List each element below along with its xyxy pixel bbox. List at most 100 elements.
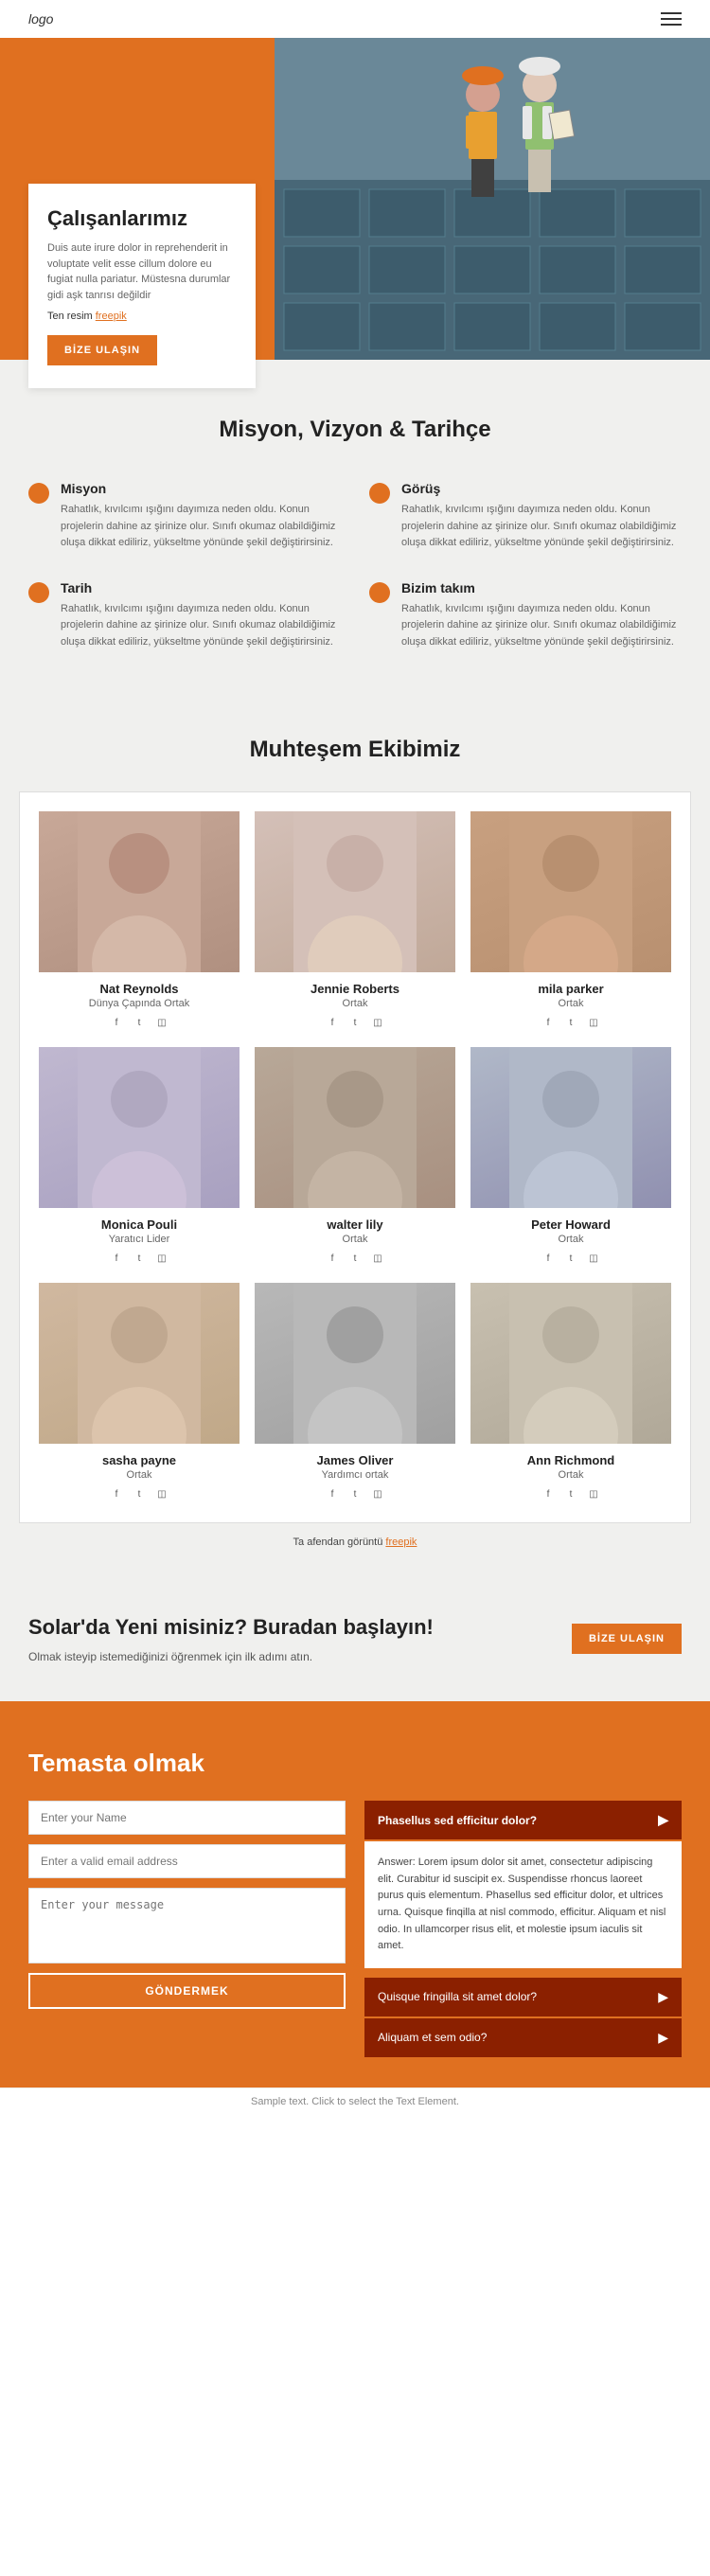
- facebook-icon-7[interactable]: f: [108, 1486, 125, 1503]
- cta-description: Olmak isteyip istemediğinizi öğrenmek iç…: [28, 1650, 369, 1663]
- instagram-icon-2[interactable]: ◫: [369, 1015, 386, 1032]
- facebook-icon-5[interactable]: f: [324, 1251, 341, 1268]
- team-social-1: f t ◫: [39, 1015, 240, 1032]
- cta-button[interactable]: BİZE ULAŞIN: [572, 1624, 682, 1654]
- mission-item-3: Tarih Rahatlık, kıvılcımı ışığını dayımı…: [28, 580, 341, 651]
- mission-item-title-1: Misyon: [61, 481, 341, 496]
- mission-dot-3: [28, 582, 49, 603]
- instagram-icon-1[interactable]: ◫: [153, 1015, 170, 1032]
- team-member-name-1: Nat Reynolds: [39, 982, 240, 996]
- facebook-icon-3[interactable]: f: [540, 1015, 557, 1032]
- facebook-icon-6[interactable]: f: [540, 1251, 557, 1268]
- faq-chevron-icon: ▶: [658, 1812, 668, 1828]
- facebook-icon-4[interactable]: f: [108, 1251, 125, 1268]
- mission-item-title-3: Tarih: [61, 580, 341, 595]
- instagram-icon-4[interactable]: ◫: [153, 1251, 170, 1268]
- facebook-icon-2[interactable]: f: [324, 1015, 341, 1032]
- team-social-4: f t ◫: [39, 1251, 240, 1268]
- contact-email-input[interactable]: [28, 1844, 346, 1878]
- team-member-name-9: Ann Richmond: [470, 1453, 671, 1467]
- team-social-3: f t ◫: [470, 1015, 671, 1032]
- twitter-icon-7[interactable]: t: [131, 1486, 148, 1503]
- mission-dot-2: [369, 483, 390, 504]
- contact-message-input[interactable]: [28, 1888, 346, 1963]
- team-member-name-8: James Oliver: [255, 1453, 455, 1467]
- team-member-name-4: Monica Pouli: [39, 1217, 240, 1232]
- hero-freepik-link[interactable]: freepik: [96, 311, 127, 322]
- twitter-icon-6[interactable]: t: [562, 1251, 579, 1268]
- mission-item-1: Misyon Rahatlık, kıvılcımı ışığını dayım…: [28, 481, 341, 552]
- team-member-role-2: Ortak: [255, 998, 455, 1009]
- team-card-7: sasha payne Ortak f t ◫: [39, 1283, 240, 1503]
- team-photo-3: [470, 811, 671, 972]
- team-freepik-link[interactable]: freepik: [385, 1537, 417, 1548]
- team-member-role-9: Ortak: [470, 1469, 671, 1481]
- mission-dot-1: [28, 483, 49, 504]
- team-photo-6: [470, 1047, 671, 1208]
- facebook-icon-1[interactable]: f: [108, 1015, 125, 1032]
- faq-item-2-chevron-icon: ▶: [658, 2030, 668, 2046]
- faq-main-question[interactable]: Phasellus sed efficitur dolor? ▶: [364, 1801, 682, 1839]
- contact-title: Temasta olmak: [28, 1749, 682, 1778]
- twitter-icon-9[interactable]: t: [562, 1486, 579, 1503]
- team-member-name-7: sasha payne: [39, 1453, 240, 1467]
- team-card-2: Jennie Roberts Ortak f t ◫: [255, 811, 455, 1032]
- team-card-3: mila parker Ortak f t ◫: [470, 811, 671, 1032]
- hero-cta-button[interactable]: BİZE ULAŞIN: [47, 335, 157, 365]
- team-photo-9: [470, 1283, 671, 1444]
- sample-bar-text: Sample text. Click to select the Text El…: [251, 2096, 459, 2107]
- team-social-7: f t ◫: [39, 1486, 240, 1503]
- mission-item-text-1: Rahatlık, kıvılcımı ışığını dayımıza ned…: [61, 502, 341, 552]
- team-card-1: Nat Reynolds Dünya Çapında Ortak f t ◫: [39, 811, 240, 1032]
- sample-bar: Sample text. Click to select the Text El…: [0, 2087, 710, 2115]
- team-section: Muhteşem Ekibimiz Nat Reynolds Dünya Çap…: [0, 699, 710, 1576]
- team-photo-1: [39, 811, 240, 972]
- mission-item-title-2: Görüş: [401, 481, 682, 496]
- faq-main-question-text: Phasellus sed efficitur dolor?: [378, 1814, 537, 1827]
- instagram-icon-6[interactable]: ◫: [585, 1251, 602, 1268]
- twitter-icon-3[interactable]: t: [562, 1015, 579, 1032]
- team-member-name-3: mila parker: [470, 982, 671, 996]
- instagram-icon-5[interactable]: ◫: [369, 1251, 386, 1268]
- instagram-icon-8[interactable]: ◫: [369, 1486, 386, 1503]
- team-photo-8: [255, 1283, 455, 1444]
- team-grid: Nat Reynolds Dünya Çapında Ortak f t ◫ J…: [19, 791, 691, 1523]
- faq-item-1[interactable]: Quisque fringilla sit amet dolor? ▶: [364, 1978, 682, 2016]
- facebook-icon-8[interactable]: f: [324, 1486, 341, 1503]
- team-card-9: Ann Richmond Ortak f t ◫: [470, 1283, 671, 1503]
- team-member-name-2: Jennie Roberts: [255, 982, 455, 996]
- team-member-role-8: Yardımcı ortak: [255, 1469, 455, 1481]
- faq-main-answer: Answer: Lorem ipsum dolor sit amet, cons…: [364, 1841, 682, 1968]
- twitter-icon-1[interactable]: t: [131, 1015, 148, 1032]
- hero-title: Çalışanlarımız: [47, 206, 237, 231]
- hamburger-menu-button[interactable]: [661, 12, 682, 26]
- facebook-icon-9[interactable]: f: [540, 1486, 557, 1503]
- team-photo-7: [39, 1283, 240, 1444]
- mission-item-title-4: Bizim takım: [401, 580, 682, 595]
- contact-name-input[interactable]: [28, 1801, 346, 1835]
- faq-item-2[interactable]: Aliquam et sem odio? ▶: [364, 2018, 682, 2057]
- contact-section: Temasta olmak GÖNDERMEK Phasellus sed ef…: [0, 1701, 710, 2087]
- team-card-6: Peter Howard Ortak f t ◫: [470, 1047, 671, 1268]
- instagram-icon-9[interactable]: ◫: [585, 1486, 602, 1503]
- instagram-icon-7[interactable]: ◫: [153, 1486, 170, 1503]
- mission-content-2: Görüş Rahatlık, kıvılcımı ışığını dayımı…: [401, 481, 682, 552]
- team-social-8: f t ◫: [255, 1486, 455, 1503]
- faq-item-1-label: Quisque fringilla sit amet dolor?: [378, 1990, 537, 2003]
- hero-card: Çalışanlarımız Duis aute irure dolor in …: [28, 184, 256, 388]
- team-member-role-3: Ortak: [470, 998, 671, 1009]
- team-member-name-6: Peter Howard: [470, 1217, 671, 1232]
- contact-form: GÖNDERMEK: [28, 1801, 346, 2059]
- hero-image: [275, 38, 710, 360]
- twitter-icon-8[interactable]: t: [346, 1486, 364, 1503]
- cta-button-container: BİZE ULAŞIN: [572, 1624, 682, 1654]
- faq-item-2-label: Aliquam et sem odio?: [378, 2031, 487, 2044]
- hero-section: Çalışanlarımız Duis aute irure dolor in …: [0, 38, 710, 360]
- mission-item-text-4: Rahatlık, kıvılcımı ışığını dayımıza ned…: [401, 601, 682, 651]
- twitter-icon-5[interactable]: t: [346, 1251, 364, 1268]
- contact-submit-button[interactable]: GÖNDERMEK: [28, 1973, 346, 2009]
- instagram-icon-3[interactable]: ◫: [585, 1015, 602, 1032]
- twitter-icon-2[interactable]: t: [346, 1015, 364, 1032]
- mission-content-1: Misyon Rahatlık, kıvılcımı ışığını dayım…: [61, 481, 341, 552]
- twitter-icon-4[interactable]: t: [131, 1251, 148, 1268]
